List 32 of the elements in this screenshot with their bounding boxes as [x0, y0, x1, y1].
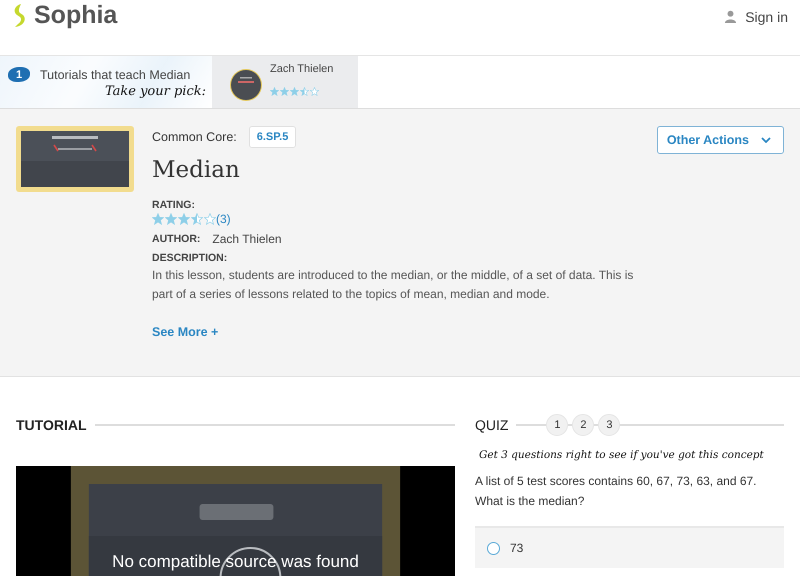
take-your-pick-text: Take your pick:	[104, 84, 206, 99]
logo-text[interactable]: Sophia	[34, 1, 118, 30]
description-label: DESCRIPTION:	[152, 252, 228, 264]
sign-in-link[interactable]: Sign in	[724, 8, 788, 24]
rating-label: RATING:	[152, 199, 196, 211]
rating-count[interactable]: (3)	[216, 212, 231, 226]
author-name: Zach Thielen	[270, 63, 334, 75]
chevron-down-icon	[761, 137, 771, 143]
quiz-question: A list of 5 test scores contains 60, 67, 73, 63, and 67. What is the median?	[475, 473, 758, 510]
answer-option[interactable]: 73	[475, 526, 784, 568]
quiz-step[interactable]: 2	[572, 414, 594, 436]
player-error-message: No compatible source was found	[111, 552, 360, 572]
quiz-step[interactable]: 3	[598, 414, 620, 436]
other-actions-button[interactable]: Other Actions	[656, 126, 784, 154]
tutorial-heading: TUTORIAL	[16, 417, 87, 433]
author-name: Zach Thielen	[212, 232, 282, 246]
quiz-prompt: Get 3 questions right to see if you've got this concept	[479, 449, 765, 461]
person-icon	[724, 10, 738, 23]
see-more-link[interactable]: See More +	[152, 325, 657, 339]
quiz-step[interactable]: 1	[546, 414, 568, 436]
lesson-description: In this lesson, students are introduced to the median, or the middle, of a set of data. This is part of a series of lessons related to the topics of mean, median and mode.	[152, 267, 634, 303]
video-player[interactable]: No compatible source was found	[16, 466, 455, 576]
radio-button[interactable]	[487, 542, 500, 554]
quiz-heading: QUIZ	[475, 417, 508, 433]
standard-label: Common Core:	[152, 130, 237, 144]
author-label: AUTHOR:	[152, 233, 200, 245]
count-badge: 1	[8, 67, 30, 82]
tutorials-label: Tutorials that teach Median	[40, 68, 190, 82]
answer-text: 73	[510, 541, 524, 555]
lesson-title: Median	[152, 157, 241, 183]
tutorial-card[interactable]: Zach Thielen	[212, 56, 358, 108]
standard-tag[interactable]: 6.SP.5	[248, 126, 296, 148]
